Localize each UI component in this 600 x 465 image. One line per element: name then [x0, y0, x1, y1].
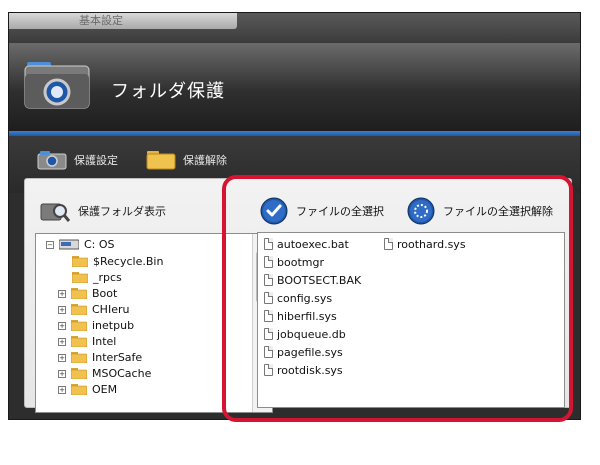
highlight-callout [222, 175, 573, 422]
tree-item-label: inetpub [92, 319, 135, 332]
tree-item[interactable]: _rpcs [71, 270, 122, 285]
header [9, 43, 580, 131]
tree-item[interactable]: + MSOCache [58, 366, 151, 381]
tree-item[interactable]: + Boot [58, 286, 117, 301]
expand-icon[interactable]: + [58, 369, 66, 378]
drive-icon [59, 239, 79, 250]
folder-icon [70, 368, 88, 380]
tree-item[interactable]: + InterSafe [58, 350, 142, 365]
tree-item[interactable]: + OEM [58, 382, 117, 397]
folder-icon [70, 304, 88, 316]
expand-icon[interactable]: + [58, 353, 66, 362]
window-topbar: 基本設定 [9, 13, 580, 43]
expand-icon[interactable]: + [58, 337, 66, 346]
tree-item-label: $Recycle.Bin [93, 255, 164, 268]
tree-item-label: Boot [92, 287, 118, 300]
tree-item-label: OEM [92, 383, 118, 396]
folder-icon [71, 272, 89, 284]
folder-icon [70, 320, 88, 332]
page-title: フォルダ保護 [111, 81, 225, 102]
tree-item[interactable]: $Recycle.Bin [71, 254, 164, 269]
tree-root[interactable]: − C: OS [46, 237, 115, 252]
expand-icon[interactable]: + [58, 289, 66, 298]
protect-settings-label: 保護設定 [74, 154, 118, 167]
folder-icon [70, 352, 88, 364]
protected-folder-icon [24, 62, 90, 109]
tree-item-label: MSOCache [92, 367, 152, 380]
protect-release-label: 保護解除 [183, 154, 227, 167]
protect-folder-icon [37, 151, 67, 170]
folder-icon [71, 256, 89, 268]
show-protected-folders-label: 保護フォルダ表示 [78, 205, 166, 218]
tree-item-label: InterSafe [92, 351, 143, 364]
expand-icon[interactable]: + [58, 385, 66, 394]
folder-icon [70, 336, 88, 348]
folder-icon [146, 151, 176, 170]
tree-item[interactable]: + CHIeru [58, 302, 129, 317]
tree-root-label: C: OS [84, 238, 115, 251]
tab-basic-settings[interactable]: 基本設定 [9, 13, 237, 29]
collapse-icon[interactable]: − [46, 240, 54, 249]
tree-item-label: _rpcs [93, 271, 122, 284]
tree-item[interactable]: + inetpub [58, 318, 134, 333]
tree-item-label: CHIeru [92, 303, 130, 316]
magnifier-folder-icon [40, 203, 70, 222]
protect-settings-button[interactable]: 保護設定 [36, 149, 118, 171]
show-protected-folders-header: 保護フォルダ表示 [40, 199, 166, 223]
tree-item-label: Intel [92, 335, 117, 348]
folder-icon [70, 384, 88, 396]
expand-icon[interactable]: + [58, 305, 66, 314]
protect-release-button[interactable]: 保護解除 [145, 149, 227, 171]
expand-icon[interactable]: + [58, 321, 66, 330]
folder-icon [70, 288, 88, 300]
tree-item[interactable]: + Intel [58, 334, 116, 349]
